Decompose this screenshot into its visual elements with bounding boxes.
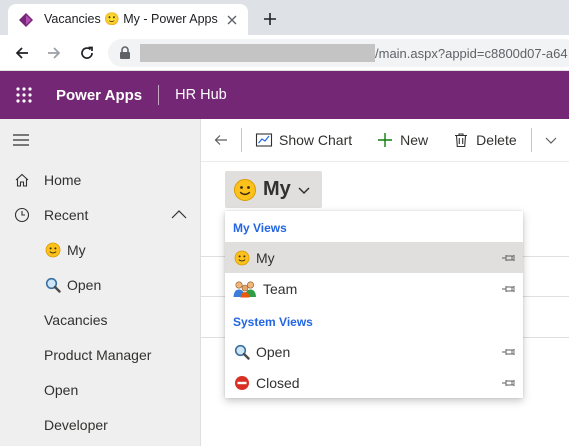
sidebar-item-label: Product Manager <box>44 346 152 363</box>
no-entry-icon <box>233 374 251 392</box>
header-divider <box>158 85 160 105</box>
chart-icon <box>254 130 274 150</box>
sidebar-item-open[interactable]: Open <box>0 372 200 407</box>
view-option-label: My <box>256 249 275 266</box>
show-chart-label: Show Chart <box>279 132 353 148</box>
command-divider <box>530 128 532 152</box>
command-bar: Show Chart New Delete <box>201 119 569 162</box>
view-selector-button[interactable]: My <box>225 171 322 208</box>
url-text: /main.aspx?appid=c8800d07-a64 <box>375 45 568 61</box>
pin-icon[interactable] <box>501 345 515 359</box>
chevron-down-icon <box>542 130 561 150</box>
sidebar-item-label: Home <box>44 171 82 188</box>
smiley-icon <box>44 241 62 259</box>
forward-arrow-icon[interactable] <box>42 41 66 65</box>
sidebar-item-label: Recent <box>44 206 89 223</box>
system-views-header: System Views <box>233 315 313 329</box>
magnifier-icon <box>44 276 62 294</box>
app-name[interactable]: HR Hub <box>175 87 227 103</box>
power-apps-favicon-icon <box>18 12 34 28</box>
view-option-my[interactable]: My <box>225 242 523 273</box>
sidebar-item-product-manager[interactable]: Product Manager <box>0 337 200 372</box>
hamburger-menu-icon[interactable] <box>12 133 30 147</box>
lock-icon <box>118 46 132 60</box>
view-option-team[interactable]: Team <box>225 273 523 304</box>
magnifier-icon <box>233 343 251 361</box>
smiley-icon <box>233 178 257 202</box>
pin-icon[interactable] <box>501 251 515 265</box>
sidebar-item-recent-my[interactable]: My <box>0 232 200 267</box>
back-arrow-icon <box>211 130 231 150</box>
app-header: Power Apps HR Hub <box>0 71 569 119</box>
sidebar-item-recent[interactable]: Recent <box>0 197 200 232</box>
pin-icon[interactable] <box>501 376 515 390</box>
back-button[interactable] <box>205 119 241 162</box>
chevron-up-icon[interactable] <box>170 206 188 224</box>
my-views-header: My Views <box>233 221 287 235</box>
address-bar[interactable]: /main.aspx?appid=c8800d07-a64 <box>108 39 569 67</box>
sidebar-item-label: Developer <box>44 416 108 433</box>
show-chart-button[interactable]: Show Chart <box>254 119 352 162</box>
sidebar-item-label: Open <box>44 381 79 398</box>
trash-icon <box>451 130 471 150</box>
app-launcher-waffle-icon[interactable] <box>0 71 48 119</box>
browser-tab-title: Vacancies 🙂 My - Power Apps <box>44 12 218 26</box>
more-commands-button[interactable] <box>542 119 566 162</box>
browser-tab[interactable]: Vacancies 🙂 My - Power Apps <box>8 4 248 35</box>
home-icon <box>12 170 32 190</box>
sidebar-item-developer[interactable]: Developer <box>0 407 200 442</box>
brand-title[interactable]: Power Apps <box>56 87 142 104</box>
new-button[interactable]: New <box>375 119 428 162</box>
team-icon <box>233 280 257 298</box>
clock-icon <box>12 205 32 225</box>
browser-tab-strip: Vacancies 🙂 My - Power Apps <box>0 0 569 35</box>
sidebar-item-label: Vacancies <box>44 311 108 328</box>
view-option-label: Open <box>256 343 291 360</box>
view-option-closed[interactable]: Closed <box>225 367 523 398</box>
sidebar-item-recent-open[interactable]: Open <box>0 267 200 302</box>
browser-toolbar: /main.aspx?appid=c8800d07-a64 <box>0 35 569 71</box>
sidebar-item-label: Open <box>67 276 102 293</box>
plus-icon <box>375 130 395 150</box>
view-option-label: Closed <box>256 374 300 391</box>
close-tab-icon[interactable] <box>222 10 242 30</box>
view-option-label: Team <box>263 280 298 297</box>
pin-icon[interactable] <box>501 282 515 296</box>
view-option-open[interactable]: Open <box>225 336 523 367</box>
views-dropdown: My Views My Team System Views Open Close… <box>225 211 523 398</box>
sidebar-item-home[interactable]: Home <box>0 162 200 197</box>
reload-icon[interactable] <box>75 41 99 65</box>
current-view-label: My <box>263 178 291 200</box>
redacted-url-block <box>140 44 375 62</box>
smiley-icon <box>233 249 251 267</box>
new-label: New <box>400 132 429 148</box>
delete-button[interactable]: Delete <box>451 119 517 162</box>
back-arrow-icon[interactable] <box>10 41 34 65</box>
new-tab-plus-icon[interactable] <box>258 7 282 31</box>
command-divider <box>241 128 242 152</box>
sidebar-item-vacancies[interactable]: Vacancies <box>0 302 200 337</box>
chevron-down-icon <box>297 183 311 197</box>
sidebar: Home Recent My Open Vacancies Product Ma… <box>0 119 201 446</box>
sidebar-item-label: My <box>67 241 86 258</box>
delete-label: Delete <box>476 132 517 148</box>
